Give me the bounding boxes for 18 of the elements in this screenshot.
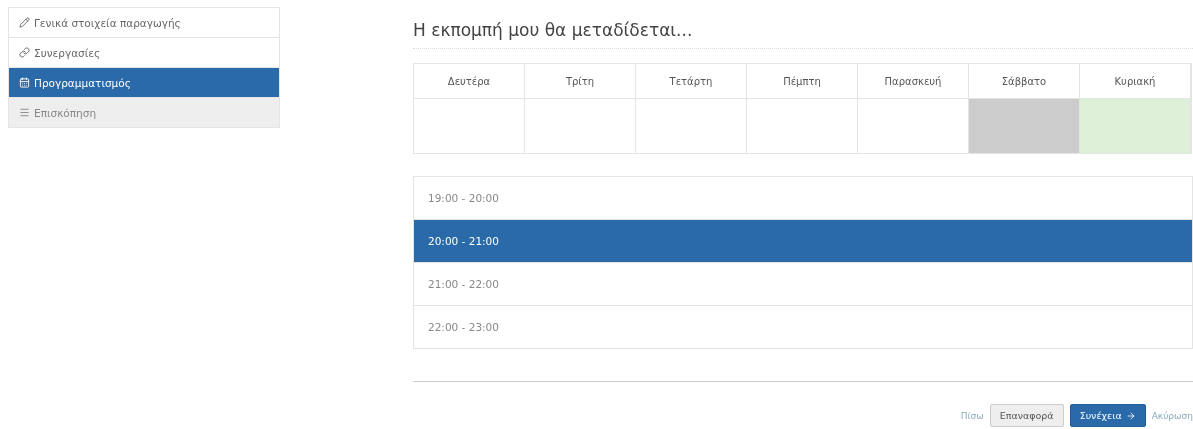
sidebar-item[interactable]: Γενικά στοιχεία παραγωγής bbox=[8, 7, 280, 38]
sidebar-label: Γενικά στοιχεία παραγωγής bbox=[34, 16, 181, 29]
time-slot[interactable]: 20:00 - 21:00 bbox=[414, 219, 1192, 262]
day-cell[interactable] bbox=[969, 99, 1080, 153]
arrow-icon bbox=[1125, 410, 1136, 421]
sidebar-item[interactable]: Συνεργασίες bbox=[8, 37, 280, 68]
calendar-icon bbox=[19, 77, 30, 88]
reset-button[interactable]: Επαναφορά bbox=[989, 404, 1064, 427]
day-cell[interactable] bbox=[1080, 99, 1191, 153]
sidebar-label: Συνεργασίες bbox=[34, 46, 101, 59]
sidebar-label: Επισκόπηση bbox=[34, 106, 97, 119]
sidebar-label: Προγραμματισμός bbox=[34, 76, 131, 89]
pencil-icon bbox=[19, 17, 30, 28]
menu-icon bbox=[19, 107, 30, 118]
link-icon bbox=[19, 47, 30, 58]
continue-button[interactable]: Συνέχεια bbox=[1069, 404, 1146, 427]
sidebar-item[interactable]: Προγραμματισμός bbox=[8, 67, 280, 98]
section-heading: Η εκπομπή μου θα μεταδίδεται... bbox=[413, 8, 1193, 49]
